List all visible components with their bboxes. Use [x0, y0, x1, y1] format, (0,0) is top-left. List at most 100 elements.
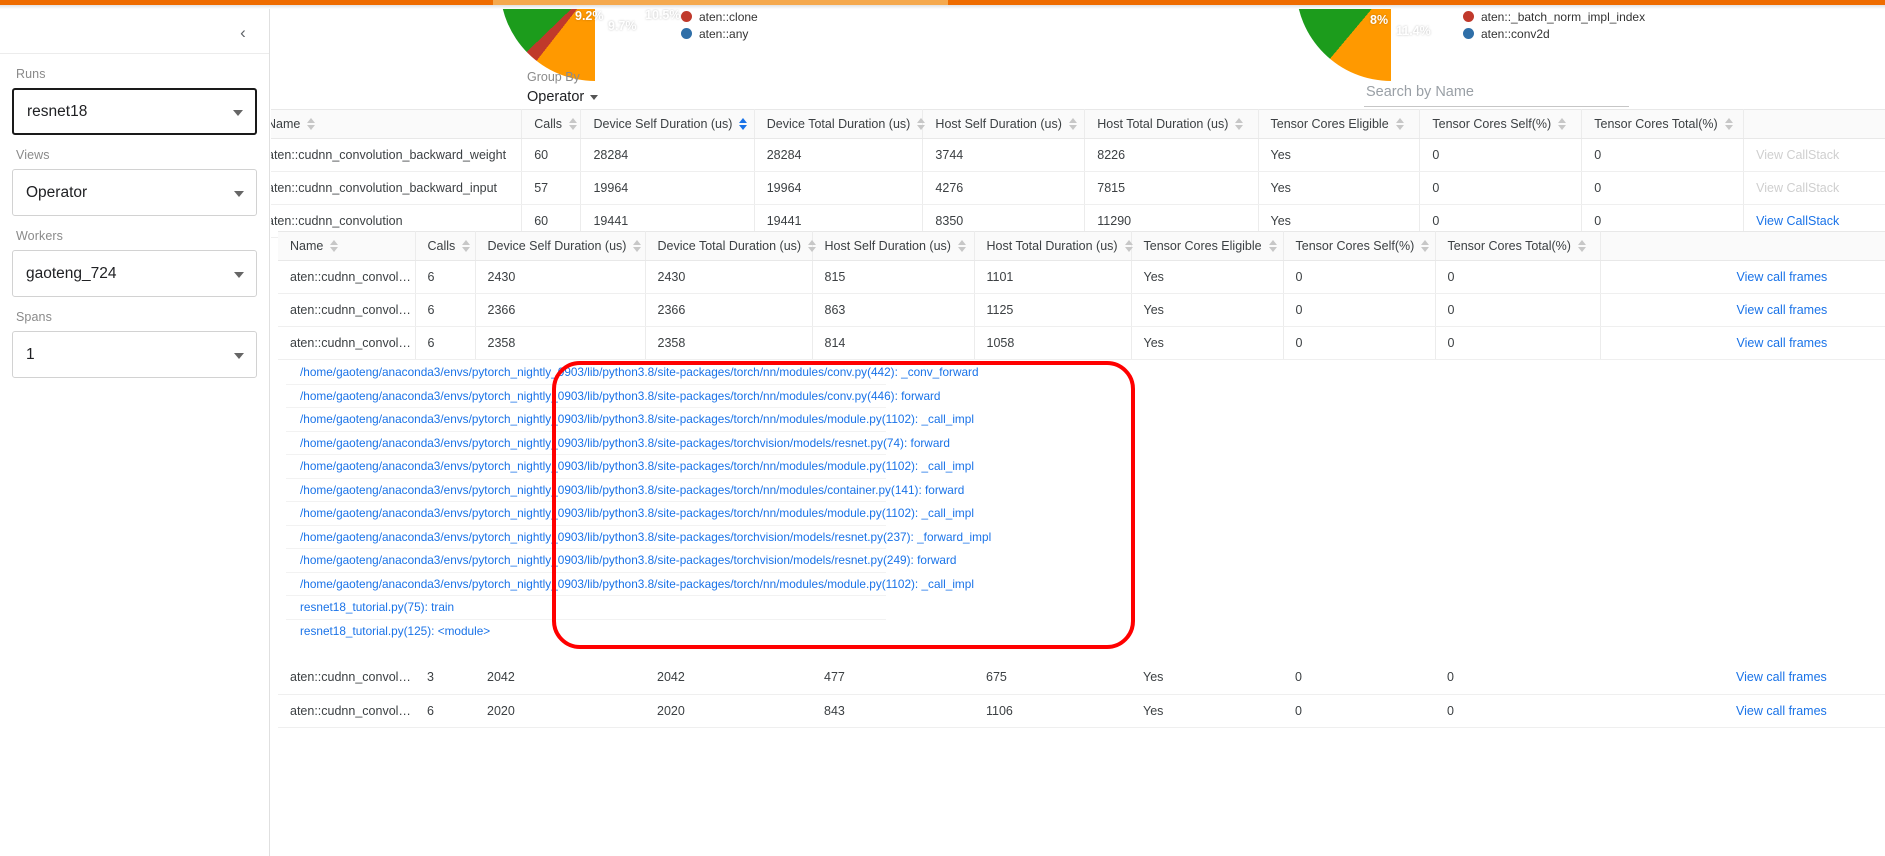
nested-col-header-calls[interactable]: Calls: [415, 231, 476, 261]
nested-col-header-host-total-duration[interactable]: Host Total Duration (us): [974, 231, 1133, 261]
cell-tensor-cores-self: 0: [1283, 293, 1436, 327]
runs-select[interactable]: resnet18: [12, 88, 257, 135]
nested-col-header-device-self-duration[interactable]: Device Self Duration (us): [475, 231, 646, 261]
cell-calls: 6: [415, 260, 476, 294]
sort-icon[interactable]: [633, 240, 642, 252]
cell-tensor-cores-eligible: Yes: [1258, 138, 1421, 172]
col-header-device-self-duration[interactable]: Device Self Duration (us): [580, 109, 755, 139]
chevron-left-icon[interactable]: ‹: [231, 20, 255, 44]
nested-col-header-device-total-duration[interactable]: Device Total Duration (us): [645, 231, 817, 261]
nested-col-header-host-self-duration[interactable]: Host Self Duration (us): [812, 231, 975, 261]
legend-item[interactable]: aten::conv2d: [1463, 26, 1645, 41]
nested-table-row[interactable]: aten::cudnn_convolution 6 2430 2430 815 …: [278, 260, 1885, 294]
sort-icon[interactable]: [569, 118, 578, 130]
view-call-frames-link[interactable]: View call frames: [1736, 670, 1827, 684]
sort-icon[interactable]: [1724, 118, 1733, 130]
sort-icon[interactable]: [1235, 118, 1244, 130]
call-frame-item[interactable]: /home/gaoteng/anaconda3/envs/pytorch_nig…: [286, 502, 974, 526]
sort-icon[interactable]: [1558, 118, 1567, 130]
search-input[interactable]: [1364, 83, 1629, 101]
view-callstack-link[interactable]: View CallStack: [1756, 214, 1839, 228]
col-header-device-total-duration[interactable]: Device Total Duration (us): [754, 109, 926, 139]
legend-color-dot: [1463, 28, 1474, 39]
nested-table-row[interactable]: aten::cudnn_convolution 6 2366 2366 863 …: [278, 293, 1885, 327]
legend-item[interactable]: aten::any: [681, 26, 758, 41]
sort-icon[interactable]: [957, 240, 966, 252]
cell-device-total: 28284: [754, 138, 924, 172]
sort-icon[interactable]: [1395, 118, 1404, 130]
legend-color-dot: [1463, 11, 1474, 22]
view-call-frames-link[interactable]: View call frames: [1737, 270, 1828, 284]
sort-icon[interactable]: [462, 240, 471, 252]
col-header-label: Tensor Cores Eligible: [1270, 117, 1389, 131]
call-frame-item[interactable]: /home/gaoteng/anaconda3/envs/pytorch_nig…: [286, 526, 991, 549]
sort-icon[interactable]: [808, 240, 817, 252]
cell-host-total: 675: [974, 661, 1131, 695]
col-header-host-self-duration[interactable]: Host Self Duration (us): [922, 109, 1086, 139]
sort-icon[interactable]: [330, 240, 339, 252]
legend-label: aten::conv2d: [1481, 26, 1550, 41]
view-call-frames-link[interactable]: View call frames: [1737, 336, 1828, 350]
nested-table-row[interactable]: aten::cudnn_convolution 6 2020 2020 843 …: [278, 694, 1885, 728]
group-by-select[interactable]: Operator: [527, 89, 601, 110]
legend-item[interactable]: aten::clone: [681, 9, 758, 24]
chevron-down-icon: [234, 190, 244, 197]
sort-icon[interactable]: [1421, 240, 1430, 252]
col-header-label: Device Self Duration (us): [487, 239, 627, 253]
cell-host-self: 4276: [922, 171, 1086, 205]
view-call-frames-link[interactable]: View call frames: [1737, 303, 1828, 317]
workers-select[interactable]: gaoteng_724: [12, 250, 257, 297]
nested-col-header-tensor-cores-total[interactable]: Tensor Cores Total(%): [1435, 231, 1601, 261]
sort-icon[interactable]: [1124, 240, 1133, 252]
sort-icon[interactable]: [307, 118, 316, 130]
chevron-down-icon: [590, 94, 599, 100]
call-frame-item[interactable]: /home/gaoteng/anaconda3/envs/pytorch_nig…: [286, 432, 950, 455]
call-frame-item[interactable]: /home/gaoteng/anaconda3/envs/pytorch_nig…: [286, 385, 941, 408]
cell-device-total: 2430: [645, 260, 813, 294]
col-header-label: Device Total Duration (us): [766, 117, 911, 131]
sort-icon[interactable]: [1268, 240, 1277, 252]
call-frame-item[interactable]: /home/gaoteng/anaconda3/envs/pytorch_nig…: [286, 479, 964, 502]
col-header-name[interactable]: Name: [271, 109, 523, 139]
view-callstack-link: View CallStack: [1756, 181, 1840, 195]
legend-item[interactable]: aten::_batch_norm_impl_index: [1463, 9, 1645, 24]
sidebar-group-runs: Runs resnet18: [0, 67, 269, 135]
nested-col-header-tensor-cores-eligible[interactable]: Tensor Cores Eligible: [1131, 231, 1284, 261]
col-header-calls[interactable]: Calls: [521, 109, 582, 139]
views-select[interactable]: Operator: [12, 169, 257, 216]
col-header-host-total-duration[interactable]: Host Total Duration (us): [1084, 109, 1259, 139]
cell-host-total: 1101: [974, 260, 1132, 294]
sort-icon[interactable]: [917, 118, 926, 130]
sort-icon-active[interactable]: [739, 118, 748, 130]
call-frame-item[interactable]: resnet18_tutorial.py(125): <module>: [286, 620, 886, 644]
spans-label: Spans: [16, 310, 52, 324]
nested-col-header-tensor-cores-self[interactable]: Tensor Cores Self(%): [1283, 231, 1436, 261]
call-frame-item[interactable]: /home/gaoteng/anaconda3/envs/pytorch_nig…: [286, 408, 974, 432]
cell-device-self: 28284: [580, 138, 755, 172]
table-row[interactable]: aten::cudnn_convolution_backward_weight …: [271, 138, 1885, 172]
call-frame-item[interactable]: /home/gaoteng/anaconda3/envs/pytorch_nig…: [286, 455, 974, 479]
spans-select[interactable]: 1: [12, 331, 257, 378]
cell-name: aten::cudnn_convolution: [278, 661, 415, 695]
group-by-value: Operator: [527, 89, 585, 105]
cell-device-total: 19964: [754, 171, 924, 205]
host-self-time-legend: aten::_batch_norm_impl_index aten::conv2…: [1463, 9, 1645, 43]
pie-slices[interactable]: [1296, 9, 1486, 81]
call-frame-item[interactable]: resnet18_tutorial.py(75): train: [286, 596, 886, 620]
nested-table-row[interactable]: aten::cudnn_convolution 6 2358 2358 814 …: [278, 326, 1885, 360]
call-frame-item[interactable]: /home/gaoteng/anaconda3/envs/pytorch_nig…: [286, 573, 974, 596]
call-frame-item[interactable]: /home/gaoteng/anaconda3/envs/pytorch_nig…: [286, 361, 979, 385]
sort-icon[interactable]: [1577, 240, 1586, 252]
sort-icon[interactable]: [1068, 118, 1077, 130]
nested-col-header-name[interactable]: Name: [278, 231, 416, 261]
call-frame-item[interactable]: /home/gaoteng/anaconda3/envs/pytorch_nig…: [286, 549, 956, 573]
cell-calls: 6: [415, 694, 475, 728]
view-call-frames-link[interactable]: View call frames: [1736, 704, 1827, 718]
col-header-label: Name: [271, 117, 301, 131]
nested-table-row[interactable]: aten::cudnn_convolution 3 2042 2042 477 …: [278, 661, 1885, 695]
col-header-tensor-cores-total[interactable]: Tensor Cores Total(%): [1581, 109, 1745, 139]
col-header-tensor-cores-self[interactable]: Tensor Cores Self(%): [1419, 109, 1583, 139]
table-row[interactable]: aten::cudnn_convolution_backward_input 5…: [271, 171, 1885, 205]
col-header-tensor-cores-eligible[interactable]: Tensor Cores Eligible: [1258, 109, 1421, 139]
cell-tensor-cores-self: 0: [1283, 326, 1436, 360]
